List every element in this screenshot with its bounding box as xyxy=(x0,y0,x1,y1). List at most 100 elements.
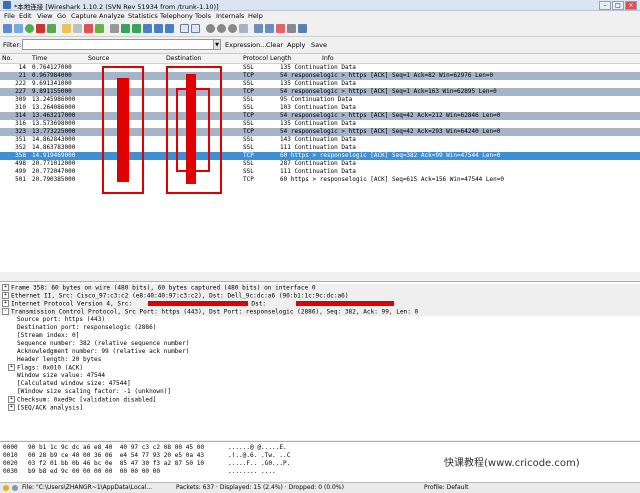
detail-field[interactable]: [Window size scaling factor: -1 (unknown… xyxy=(0,388,640,396)
close-button[interactable]: × xyxy=(625,1,637,10)
menu-tools[interactable]: Tools xyxy=(195,12,211,20)
packet-row[interactable]: 222 9.691341000 SSL 135 Continuation Data xyxy=(0,80,640,88)
menu-telephony[interactable]: Telephony xyxy=(160,12,193,20)
display-filters-icon[interactable] xyxy=(265,24,274,33)
go-back-icon[interactable] xyxy=(121,24,130,33)
hex-ascii[interactable]: .....F.. .G0...P. xyxy=(228,460,290,468)
save-file-icon[interactable] xyxy=(73,24,82,33)
help-icon[interactable] xyxy=(298,24,307,33)
detail-tree-node[interactable]: - Transmission Control Protocol, Src Port… xyxy=(0,308,640,316)
hex-bytes[interactable]: 00 28 b9 ce 40 00 36 06 e4 54 77 93 20 e… xyxy=(28,452,204,460)
detail-field[interactable]: [Stream index: 0] xyxy=(0,332,640,340)
menu-edit[interactable]: Edit xyxy=(19,12,32,20)
menu-view[interactable]: View xyxy=(37,12,52,20)
status-profile[interactable]: Profile: Default xyxy=(424,484,469,491)
normal-size-icon[interactable] xyxy=(228,24,237,33)
clear-button[interactable]: Clear xyxy=(266,41,283,49)
menu-help[interactable]: Help xyxy=(248,12,263,20)
detail-field[interactable]: Header length: 20 bytes xyxy=(0,356,640,364)
zoom-in-icon[interactable] xyxy=(206,24,215,33)
expand-icon[interactable]: + xyxy=(2,284,9,291)
packet-row[interactable]: 351 14.862843000 SSL 143 Continuation Data xyxy=(0,136,640,144)
packet-row[interactable]: 310 13.264086000 SSL 103 Continuation Data xyxy=(0,104,640,112)
detail-field[interactable]: Acknowledgment number: 99 (relative ack … xyxy=(0,348,640,356)
packet-row[interactable]: 358 14.919469000 TCP 60 https > responselog… xyxy=(0,152,640,160)
go-forward-icon[interactable] xyxy=(132,24,141,33)
resize-columns-icon[interactable] xyxy=(239,24,248,33)
packet-details-pane[interactable]: + Frame 358: 60 bytes on wire (480 bits),… xyxy=(0,281,640,440)
expression-button[interactable]: Expression... xyxy=(225,41,266,49)
hex-bytes[interactable]: b9 b8 ed 9c 00 00 00 00 00 00 00 00 xyxy=(28,468,160,476)
colorize-icon[interactable] xyxy=(180,24,189,33)
col-source[interactable]: Source xyxy=(88,55,109,62)
menu-go[interactable]: Go xyxy=(57,12,66,20)
col-length[interactable]: Length xyxy=(270,55,291,62)
detail-tree-node[interactable]: + Ethernet II, Src: Cisco_97:c3:c2 (e8:40… xyxy=(0,292,640,300)
hex-ascii[interactable]: .(..@.6. .Tw. ..C xyxy=(228,452,290,460)
col-no[interactable]: No. xyxy=(2,55,12,62)
close-file-icon[interactable] xyxy=(84,24,93,33)
packet-row[interactable]: 499 20.772047000 SSL 111 Continuation Data xyxy=(0,168,640,176)
packet-row[interactable]: 316 13.573698000 SSL 135 Continuation Data xyxy=(0,120,640,128)
packet-list-pane[interactable]: No. Time Source Destination Protocol Len… xyxy=(0,53,640,272)
display-filter-input[interactable] xyxy=(22,39,218,50)
detail-field[interactable]: + Checksum: 0xed9c [validation disabled] xyxy=(0,396,640,404)
stop-capture-icon[interactable] xyxy=(36,24,45,33)
expand-icon[interactable]: + xyxy=(8,404,15,411)
detail-field[interactable]: Sequence number: 382 (relative sequence … xyxy=(0,340,640,348)
col-destination[interactable]: Destination xyxy=(166,55,202,62)
detail-field[interactable]: Destination port: responselogic (2886) xyxy=(0,324,640,332)
detail-field[interactable]: + [SEQ/ACK analysis] xyxy=(0,404,640,412)
hex-bytes[interactable]: 03 f2 01 bb 0b 46 bc 0e 85 47 30 f3 a2 8… xyxy=(28,460,204,468)
coloring-rules-icon[interactable] xyxy=(276,24,285,33)
expand-icon[interactable]: + xyxy=(8,364,15,371)
detail-tree-node[interactable]: + Frame 358: 60 bytes on wire (480 bits),… xyxy=(0,284,640,292)
menu-capture[interactable]: Capture xyxy=(71,12,97,20)
capture-filters-icon[interactable] xyxy=(254,24,263,33)
restart-capture-icon[interactable] xyxy=(47,24,56,33)
reload-icon[interactable] xyxy=(95,24,104,33)
packet-row[interactable]: 227 9.891155000 TCP 54 responselogic > http… xyxy=(0,88,640,96)
detail-field[interactable]: [Calculated window size: 47544] xyxy=(0,380,640,388)
detail-field[interactable]: + Flags: 0x010 (ACK) xyxy=(0,364,640,372)
expand-icon[interactable]: + xyxy=(2,300,9,307)
menu-internals[interactable]: Internals xyxy=(216,12,244,20)
preferences-icon[interactable] xyxy=(287,24,296,33)
hex-bytes[interactable]: 90 b1 1c 9c dc a6 e8 40 40 97 c3 c2 08 0… xyxy=(28,444,204,452)
menu-analyze[interactable]: Analyze xyxy=(99,12,125,20)
options-icon[interactable] xyxy=(14,24,23,33)
detail-field[interactable]: Source port: https (443) xyxy=(0,316,640,324)
expert-info-icon[interactable] xyxy=(3,485,9,491)
detail-field[interactable]: Window size value: 47544 xyxy=(0,372,640,380)
interfaces-icon[interactable] xyxy=(3,24,12,33)
filter-dropdown-button[interactable]: ▼ xyxy=(213,39,221,50)
packet-row[interactable]: 498 20.771012000 SSL 287 Continuation Data xyxy=(0,160,640,168)
minimize-button[interactable]: – xyxy=(599,1,611,10)
col-info[interactable]: Info xyxy=(322,55,334,62)
save-filter-button[interactable]: Save xyxy=(311,41,327,49)
open-file-icon[interactable] xyxy=(62,24,71,33)
expand-icon[interactable]: + xyxy=(2,292,9,299)
hex-ascii[interactable]: ........ .... xyxy=(228,468,276,476)
col-protocol[interactable]: Protocol xyxy=(243,55,268,62)
packet-row[interactable]: 501 20.790385000 TCP 60 https > responselog… xyxy=(0,176,640,184)
packet-row[interactable]: 314 13.463217000 TCP 54 responselogic > htt… xyxy=(0,112,640,120)
packet-row[interactable]: 309 13.245986000 SSL 95 Continuation Data xyxy=(0,96,640,104)
capture-comments-icon[interactable] xyxy=(12,485,18,491)
col-time[interactable]: Time xyxy=(32,55,47,62)
collapse-icon[interactable]: - xyxy=(2,308,9,315)
packet-row[interactable]: 323 13.773225000 TCP 54 responselogic > htt… xyxy=(0,128,640,136)
hex-ascii[interactable]: ......@ @.....E. xyxy=(228,444,287,452)
maximize-button[interactable]: □ xyxy=(612,1,624,10)
last-packet-icon[interactable] xyxy=(165,24,174,33)
zoom-out-icon[interactable] xyxy=(217,24,226,33)
start-capture-icon[interactable] xyxy=(25,24,34,33)
packet-row[interactable]: 21 0.967984000 TCP 54 responselogic > https… xyxy=(0,72,640,80)
menu-statistics[interactable]: Statistics xyxy=(128,12,158,20)
first-packet-icon[interactable] xyxy=(154,24,163,33)
packet-row[interactable]: 14 0.764127000 SSL 135 Continuation Data xyxy=(0,64,640,72)
packet-row[interactable]: 352 14.863783000 SSL 111 Continuation Data xyxy=(0,144,640,152)
go-to-packet-icon[interactable] xyxy=(143,24,152,33)
expand-icon[interactable]: + xyxy=(8,396,15,403)
find-packet-icon[interactable] xyxy=(110,24,119,33)
